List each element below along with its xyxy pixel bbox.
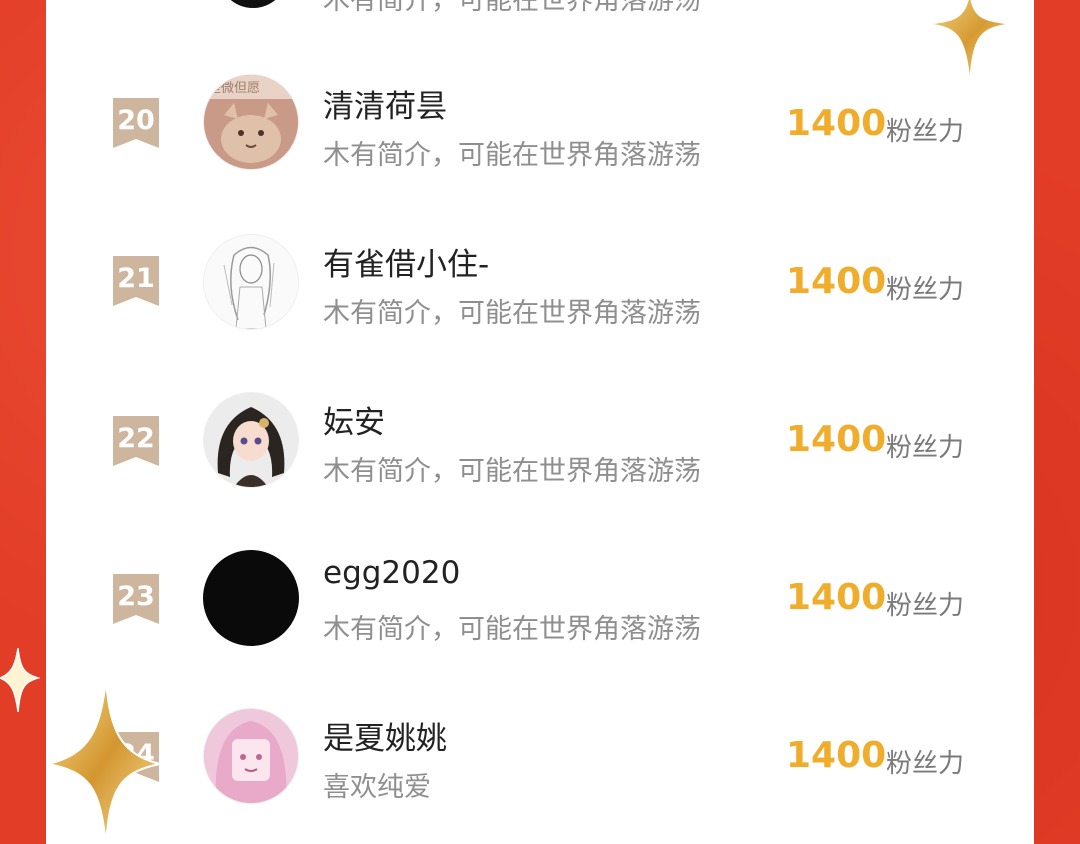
anime-girl-avatar-icon (204, 393, 298, 487)
fan-score: 1400 (786, 103, 887, 144)
fan-score-unit: 粉丝力 (886, 117, 965, 147)
rank-badge: 23 (113, 574, 159, 624)
sparkle-icon (0, 648, 40, 712)
fan-score: 1400 (786, 735, 887, 776)
fan-score-unit: 粉丝力 (886, 433, 965, 463)
fan-score-unit: 粉丝力 (886, 275, 965, 305)
sparkle-icon (47, 680, 161, 844)
list-item[interactable]: 23 egg2020 木有简介，可能在世界角落游荡 1400 粉丝力 (46, 522, 1034, 672)
avatar-text: 是微但愿 (208, 81, 260, 96)
bio-partial: 木有简介，可能在世界角落游荡 (323, 0, 701, 16)
rank-badge: 21 (113, 256, 159, 306)
fan-score: 1400 (786, 261, 887, 302)
user-name: 清清荷昙 (323, 89, 447, 125)
user-name: egg2020 (323, 555, 461, 591)
fan-score-unit: 粉丝力 (886, 749, 965, 779)
user-bio: 木有简介，可能在世界角落游荡 (323, 456, 701, 487)
list-item[interactable]: 22 妘安 木有简介，可能在世界角落游荡 1400 粉丝力 (46, 364, 1034, 514)
avatar[interactable]: 是微但愿 (203, 74, 299, 170)
avatar[interactable] (203, 234, 299, 330)
pink-anime-avatar-icon (204, 709, 298, 803)
avatar-partial[interactable] (218, 0, 288, 8)
rank-badge: 20 (113, 98, 159, 148)
avatar[interactable] (203, 550, 299, 646)
sketch-avatar-icon (204, 235, 298, 329)
list-item[interactable]: 20 是微但愿 清清荷昙 木有简介，可能在世界角落游荡 1400 粉丝力 (46, 48, 1034, 198)
user-bio: 木有简介，可能在世界角落游荡 (323, 614, 701, 645)
user-name: 是夏姚姚 (323, 721, 447, 757)
cat-avatar-icon: 是微但愿 (204, 75, 298, 169)
user-bio: 木有简介，可能在世界角落游荡 (323, 298, 701, 329)
fan-score: 1400 (786, 419, 887, 460)
list-item[interactable]: 24 是夏姚姚 喜欢纯爱 1400 粉丝力 (46, 680, 1034, 830)
avatar[interactable] (203, 708, 299, 804)
avatar[interactable] (203, 392, 299, 488)
fan-score-unit: 粉丝力 (886, 591, 965, 621)
list-item[interactable]: 21 有雀借小住- 木有简介，可能在世界角落游荡 1400 粉丝力 (46, 206, 1034, 356)
user-name: 有雀借小住- (323, 247, 490, 283)
fan-score: 1400 (786, 577, 887, 618)
sparkle-icon (926, 0, 1014, 86)
user-bio: 木有简介，可能在世界角落游荡 (323, 140, 701, 171)
user-bio: 喜欢纯爱 (323, 772, 431, 803)
rank-badge: 22 (113, 416, 159, 466)
ranking-list-panel: 木有简介，可能在世界角落游荡 20 是微但愿 清清荷昙 木有简介，可能在世界角落… (46, 0, 1034, 844)
user-name: 妘安 (323, 405, 385, 441)
